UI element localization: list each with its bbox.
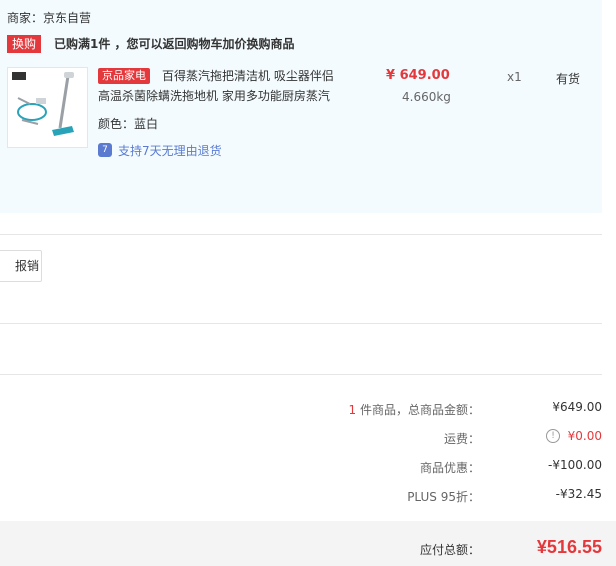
goods-total-value: ¥649.00 [552,400,602,414]
product-quantity: x1 [507,70,522,84]
return-policy-icon: 7 [98,143,112,157]
product-title-line2[interactable]: 高温杀菌除螨洗拖地机 家用多功能厨房蒸汽 [98,88,330,104]
plus-discount-label: PLUS 95折： [407,490,480,504]
goods-total-label: 件商品，总商品金额： [356,403,480,417]
product-color: 颜色：蓝白 [98,117,159,131]
total-value: ¥516.55 [536,537,602,557]
discount-label: 商品优惠： [419,461,480,475]
total-bar [0,521,616,566]
shipping-fee-label: 运费： [443,432,480,446]
info-icon[interactable]: ! [546,429,560,443]
divider [0,234,602,235]
goods-count-label: 1 件商品，总商品金额： [349,401,480,418]
product-thumbnail[interactable] [7,67,88,148]
divider [0,323,602,324]
expense-button[interactable]: 报销 [0,250,42,282]
product-weight: 4.660kg [402,90,451,104]
stock-status: 有货 [556,72,581,86]
promo-tag: 换购 [7,35,42,53]
shipping-fee-value: ¥0.00 [567,429,602,443]
return-policy-text: 支持7天无理由退货 [118,144,222,158]
plus-discount-value: -¥32.45 [555,487,602,501]
promo-text: 已购满1件 ，您可以返回购物车加价换购商品 [54,37,295,51]
total-label: 应付总额： [420,543,481,557]
product-price: ¥ 649.00 [386,68,450,83]
divider [0,374,602,375]
brand-badge: 京品家电 [98,68,150,84]
discount-value: -¥100.00 [548,458,602,472]
seller-name: 商家：京东自营 [7,11,92,25]
steam-mop-product-icon [12,72,74,136]
seller-panel [0,0,602,213]
product-title-line1[interactable]: 百得蒸汽拖把清洁机 吸尘器伴侣 [162,68,334,84]
